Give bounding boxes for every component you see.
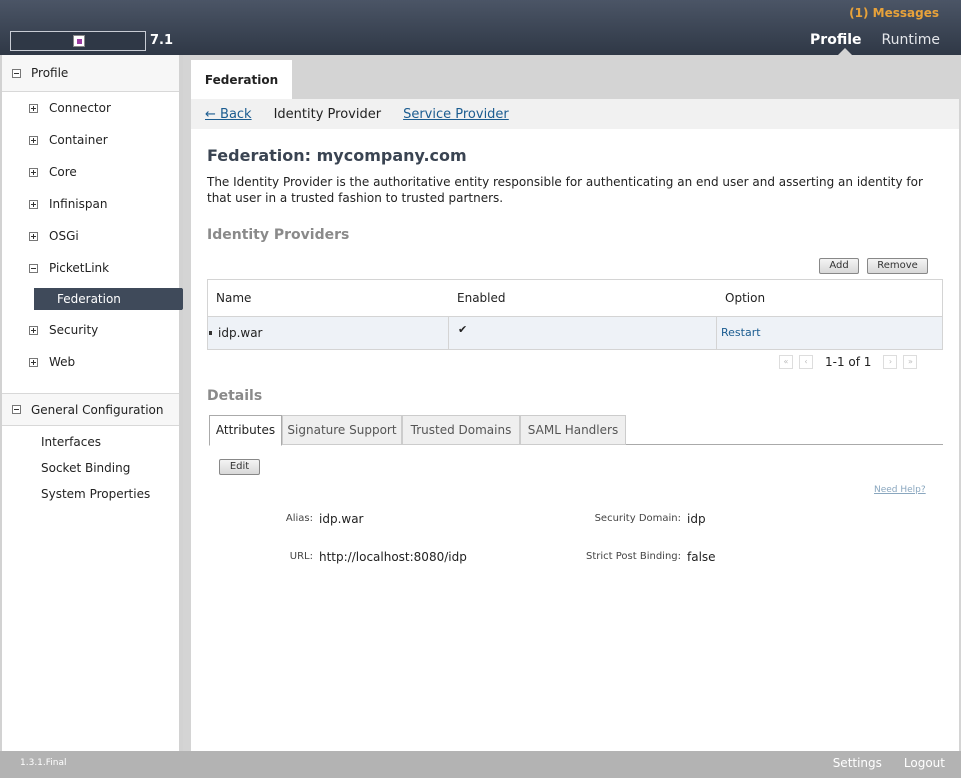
- expand-icon[interactable]: [29, 199, 38, 209]
- table-row[interactable]: idp.war ✔ Restart: [208, 317, 942, 349]
- app-footer: 1.3.1.Final Settings Logout: [0, 751, 961, 778]
- expand-icon[interactable]: [29, 167, 38, 177]
- expand-icon[interactable]: [29, 103, 38, 113]
- strict-post-binding-label: Strict Post Binding:: [585, 551, 681, 562]
- sidebar-item-label: Container: [49, 133, 108, 147]
- sidebar-item-infinispan[interactable]: Infinispan: [29, 197, 107, 211]
- edit-button[interactable]: Edit: [219, 459, 260, 475]
- column-divider: [716, 317, 717, 349]
- content-panel: ← Back Identity Provider Service Provide…: [191, 99, 959, 751]
- collapse-icon[interactable]: [12, 68, 21, 78]
- back-link[interactable]: ← Back: [205, 107, 252, 122]
- sidebar-item-system-properties[interactable]: System Properties: [41, 487, 150, 501]
- product-version: 7.1: [150, 33, 174, 48]
- restart-link[interactable]: Restart: [721, 326, 761, 339]
- sidebar-section-profile[interactable]: Profile: [2, 55, 179, 92]
- enabled-check-icon: ✔: [458, 323, 468, 336]
- cell-name: idp.war: [218, 326, 263, 340]
- table-header: Name Enabled Option: [208, 280, 942, 317]
- details-heading: Details: [207, 388, 263, 404]
- previous-page-icon[interactable]: ‹: [799, 355, 813, 369]
- sidebar-item-label: Security: [49, 323, 99, 337]
- sidebar-item-federation[interactable]: Federation: [34, 288, 190, 310]
- product-logo: [10, 31, 146, 51]
- page-title: Federation: mycompany.com: [207, 146, 467, 165]
- expand-icon[interactable]: [29, 325, 38, 335]
- nav-runtime[interactable]: Runtime: [882, 32, 940, 48]
- collapse-icon[interactable]: [29, 263, 38, 273]
- column-header-enabled[interactable]: Enabled: [457, 291, 506, 305]
- footer-links: Settings Logout: [833, 756, 945, 770]
- sub-navigation: ← Back Identity Provider Service Provide…: [191, 99, 959, 129]
- expand-icon[interactable]: [29, 357, 38, 367]
- add-button[interactable]: Add: [819, 258, 859, 274]
- sidebar-item-core[interactable]: Core: [29, 165, 77, 179]
- sidebar-item-interfaces[interactable]: Interfaces: [41, 435, 101, 449]
- pager-text: 1-1 of 1: [825, 355, 872, 369]
- sidebar-section-label: Profile: [31, 66, 69, 80]
- app-header: 7.1 (1) Messages Profile Runtime: [0, 0, 961, 55]
- sidebar-section-general-configuration[interactable]: General Configuration: [2, 393, 179, 426]
- sidebar-item-label: OSGi: [49, 229, 79, 243]
- sidebar-item-connector[interactable]: Connector: [29, 101, 111, 115]
- security-domain-value: idp: [687, 512, 706, 526]
- build-version: 1.3.1.Final: [20, 758, 67, 768]
- column-header-option[interactable]: Option: [725, 291, 765, 305]
- identity-providers-heading: Identity Providers: [207, 227, 350, 243]
- first-page-icon[interactable]: «: [779, 355, 793, 369]
- sidebar-item-socket-binding[interactable]: Socket Binding: [41, 461, 130, 475]
- top-nav: Profile Runtime: [810, 32, 940, 48]
- sidebar-item-web[interactable]: Web: [29, 355, 75, 369]
- column-divider: [448, 317, 449, 349]
- sidebar-item-picketlink[interactable]: PicketLink: [29, 261, 109, 275]
- broken-image-icon: [73, 35, 85, 47]
- row-selection-marker: [209, 331, 212, 335]
- tab-trusted-domains[interactable]: Trusted Domains: [402, 415, 520, 445]
- page-description: The Identity Provider is the authoritati…: [207, 175, 923, 205]
- identity-providers-table: Name Enabled Option idp.war ✔ Restart: [207, 279, 943, 350]
- messages-link[interactable]: (1) Messages: [849, 6, 939, 20]
- table-pager: « ‹ 1-1 of 1 › »: [779, 355, 918, 369]
- sidebar-item-label: Connector: [49, 101, 111, 115]
- collapse-icon[interactable]: [12, 405, 21, 414]
- column-header-name[interactable]: Name: [216, 291, 251, 305]
- security-domain-label: Security Domain:: [594, 513, 681, 524]
- tab-saml-handlers[interactable]: SAML Handlers: [520, 415, 626, 445]
- url-label: URL:: [289, 551, 313, 562]
- sidebar-item-container[interactable]: Container: [29, 133, 108, 147]
- expand-icon[interactable]: [29, 231, 38, 241]
- alias-value: idp.war: [319, 512, 364, 526]
- active-nav-indicator: [838, 48, 852, 55]
- identity-provider-tab[interactable]: Identity Provider: [274, 107, 381, 122]
- sidebar-item-label: Infinispan: [49, 197, 108, 211]
- expand-icon[interactable]: [29, 135, 38, 145]
- sidebar-item-label: Core: [49, 165, 77, 179]
- logout-link[interactable]: Logout: [904, 756, 945, 770]
- sidebar-item-osgi[interactable]: OSGi: [29, 229, 79, 243]
- alias-label: Alias:: [285, 513, 313, 524]
- sidebar-item-security[interactable]: Security: [29, 323, 98, 337]
- nav-profile[interactable]: Profile: [810, 32, 861, 48]
- need-help-link[interactable]: Need Help?: [874, 485, 926, 495]
- sidebar-item-label: Web: [49, 355, 76, 369]
- settings-link[interactable]: Settings: [833, 756, 882, 770]
- sidebar-section-label: General Configuration: [31, 402, 164, 417]
- tab-federation[interactable]: Federation: [191, 60, 292, 99]
- tab-signature-support[interactable]: Signature Support: [282, 415, 402, 445]
- next-page-icon[interactable]: ›: [883, 355, 898, 369]
- sidebar: Profile Connector Container Core Infinis…: [0, 55, 190, 751]
- remove-button[interactable]: Remove: [867, 258, 928, 274]
- url-value: http://localhost:8080/idp: [319, 550, 467, 564]
- sidebar-item-label: PicketLink: [49, 261, 110, 275]
- last-page-icon[interactable]: »: [903, 355, 918, 369]
- tab-attributes[interactable]: Attributes: [209, 415, 282, 446]
- details-tabs: Attributes Signature Support Trusted Dom…: [209, 415, 943, 446]
- service-provider-link[interactable]: Service Provider: [403, 107, 509, 122]
- strict-post-binding-value: false: [687, 550, 716, 564]
